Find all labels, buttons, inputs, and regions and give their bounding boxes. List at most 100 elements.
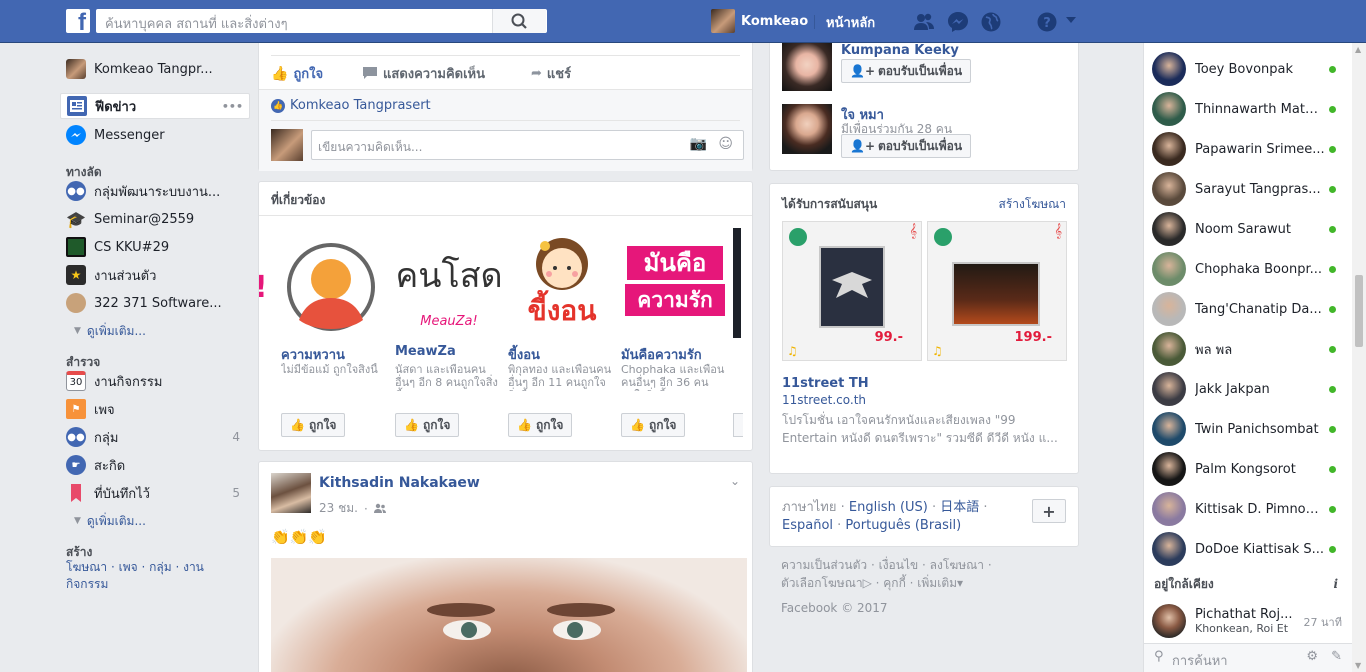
liker-name[interactable]: Komkeao Tangprasert: [290, 98, 431, 113]
next-like-button-edge[interactable]: [733, 413, 743, 437]
avatar[interactable]: [782, 104, 832, 154]
chat-contact[interactable]: Noom Sarawut: [1144, 209, 1352, 249]
sidebar-item-events[interactable]: 30 งานกิจกรรม: [60, 367, 250, 395]
chat-search-bar[interactable]: ⚲ การค้นหา ⚙ ✎: [1144, 643, 1352, 672]
footer-link[interactable]: ลงโฆษณา: [930, 558, 984, 572]
footer-link[interactable]: เงื่อนไข: [879, 558, 919, 572]
post-photo[interactable]: [271, 558, 747, 672]
page-scrollbar[interactable]: ▲ ▼: [1352, 43, 1366, 672]
globe-notifications-icon[interactable]: [980, 11, 1002, 33]
related-heading: ที่เกี่ยวข้อง: [271, 193, 326, 207]
chat-contact[interactable]: พล พล: [1144, 329, 1352, 369]
confirm-friend-button[interactable]: 👤+ ตอบรับเป็นเพื่อน: [841, 59, 972, 83]
page-image[interactable]: มันคือ ความรัก: [621, 232, 729, 344]
create-group-link[interactable]: กลุ่ม: [149, 560, 172, 574]
sidebar-item-group[interactable]: ●● กลุ่มพัฒนาระบบงาน...: [60, 177, 250, 205]
chat-contact[interactable]: Kittisak D. Pimnon...: [1144, 489, 1352, 529]
comment-button[interactable]: แสดงความคิดเห็น: [363, 63, 485, 84]
messenger-icon[interactable]: [947, 11, 969, 33]
chat-contact[interactable]: Jakk Jakpan: [1144, 369, 1352, 409]
search-input[interactable]: ค้นหาบุคคล สถานที่ และสิ่งต่างๆ: [96, 9, 547, 33]
request-name[interactable]: Kumpana Keeky: [841, 43, 959, 58]
ad-choices-icon[interactable]: ▷: [863, 576, 872, 590]
scroll-down-icon[interactable]: ▼: [1355, 661, 1361, 670]
sidebar-item-news-feed[interactable]: ฟีดข่าว •••: [60, 93, 250, 119]
confirm-friend-button[interactable]: 👤+ ตอบรับเป็นเพื่อน: [841, 134, 972, 158]
avatar[interactable]: [782, 43, 832, 91]
post-time[interactable]: 23 ชม.: [319, 499, 358, 518]
chat-contact[interactable]: Toey Bovonpak: [1144, 49, 1352, 89]
page-name[interactable]: ความหวาน: [281, 344, 345, 365]
chat-contact[interactable]: Twin Panichsombat: [1144, 409, 1352, 449]
search-button[interactable]: [492, 9, 546, 33]
chevron-down-icon[interactable]: [1064, 13, 1078, 27]
friends-audience-icon[interactable]: [373, 503, 386, 514]
footer-link[interactable]: คุกกี้: [883, 576, 906, 590]
sidebar-item-personal-work[interactable]: ★ งานส่วนตัว: [60, 261, 250, 289]
sidebar-item-seminar[interactable]: 🎓 Seminar@2559: [60, 205, 250, 233]
language-link[interactable]: Español: [782, 518, 833, 533]
page-name[interactable]: มันคือความรัก: [621, 344, 702, 365]
gear-icon[interactable]: ⚙: [1306, 649, 1318, 664]
sidebar-item-pokes[interactable]: ☛ สะกิด: [60, 451, 250, 479]
scroll-up-icon[interactable]: ▲: [1355, 45, 1361, 54]
post-author[interactable]: Kithsadin Nakakaew: [319, 475, 480, 491]
sidebar-item-pages[interactable]: ⚑ เพจ: [60, 395, 250, 423]
chat-contact[interactable]: Tang'Chanatip Da...: [1144, 289, 1352, 329]
like-button[interactable]: 👍 ถูกใจ: [271, 63, 323, 84]
see-more-link[interactable]: ▼ ดูเพิ่มเติม...: [60, 507, 250, 535]
sidebar-item-software[interactable]: 322 371 Software...: [60, 289, 250, 317]
chevron-down-icon[interactable]: ⌄: [730, 474, 740, 488]
nearby-contact[interactable]: Pichathat Roj... Khonkean, Roi Et 27 นาท…: [1144, 599, 1352, 643]
chat-contact[interactable]: Papawarin Srimee...: [1144, 129, 1352, 169]
create-ad-link[interactable]: โฆษณา: [66, 560, 107, 574]
page-image[interactable]: ขี้งอน: [508, 232, 616, 344]
advertiser-url[interactable]: 11street.co.th: [782, 393, 866, 407]
like-page-button[interactable]: 👍 ถูกใจ: [621, 413, 686, 437]
page-image[interactable]: คนโสด MeauZa!: [395, 232, 503, 344]
language-link[interactable]: Português (Brasil): [845, 518, 961, 533]
language-link[interactable]: 日本語: [940, 500, 979, 515]
language-link[interactable]: English (US): [849, 500, 928, 515]
chat-contact[interactable]: Thinnawarth Math...: [1144, 89, 1352, 129]
compose-icon[interactable]: ✎: [1331, 649, 1342, 664]
avatar[interactable]: [271, 473, 311, 513]
home-link[interactable]: หน้าหลัก: [826, 12, 875, 33]
info-icon[interactable]: i: [1333, 569, 1338, 599]
help-icon[interactable]: ?: [1036, 11, 1058, 33]
see-more-link[interactable]: ▼ ดูเพิ่มเติม...: [60, 317, 250, 345]
like-page-button[interactable]: 👍 ถูกใจ: [508, 413, 573, 437]
camera-icon[interactable]: 📷: [690, 136, 707, 152]
chat-contact[interactable]: DoDoe Kiattisak S...: [1144, 529, 1352, 569]
page-name[interactable]: ขี้งอน: [508, 344, 540, 365]
footer-link[interactable]: ตัวเลือกโฆษณา: [781, 576, 863, 590]
sidebar-profile[interactable]: Komkeao Tangpr...: [60, 55, 250, 83]
chat-contact[interactable]: Chophaka Boonpr...: [1144, 249, 1352, 289]
comment-input[interactable]: เขียนความคิดเห็น... 📷 ☺: [311, 130, 744, 160]
chat-contact[interactable]: Palm Kongsorot: [1144, 449, 1352, 489]
page-image[interactable]: [281, 232, 389, 344]
like-page-button[interactable]: 👍 ถูกใจ: [395, 413, 460, 437]
footer-link[interactable]: ความเป็นส่วนตัว: [781, 558, 867, 572]
ad-image[interactable]: 𝄞 99.- ♫: [782, 221, 922, 361]
emoji-icon[interactable]: ☺: [718, 136, 733, 152]
create-ad-link[interactable]: สร้างโฆษณา: [999, 195, 1067, 214]
sidebar-item-saved[interactable]: ที่บันทึกไว้ 5: [60, 479, 250, 507]
friend-requests-icon[interactable]: [913, 11, 935, 33]
facebook-logo-icon[interactable]: f: [66, 9, 90, 33]
more-options-icon[interactable]: •••: [222, 100, 243, 113]
ad-image[interactable]: 𝄞 199.- ♫: [927, 221, 1067, 361]
scrollbar-thumb[interactable]: [1355, 275, 1363, 347]
sidebar-item-messenger[interactable]: Messenger: [60, 121, 250, 149]
chat-contact[interactable]: Sarayut Tangpras...: [1144, 169, 1352, 209]
page-name[interactable]: MeawZa: [395, 344, 456, 359]
sidebar-item-cs-kku[interactable]: CS KKU#29: [60, 233, 250, 261]
advertiser-name[interactable]: 11street TH: [782, 376, 869, 391]
add-language-button[interactable]: +: [1032, 499, 1066, 523]
top-profile-link[interactable]: Komkeao: [711, 9, 808, 33]
like-page-button[interactable]: 👍 ถูกใจ: [281, 413, 346, 437]
create-page-link[interactable]: เพจ: [119, 560, 138, 574]
share-button[interactable]: ➦ แชร์: [531, 63, 571, 84]
footer-link[interactable]: เพิ่มเติม: [917, 576, 957, 590]
sidebar-item-groups[interactable]: ●● กลุ่ม 4: [60, 423, 250, 451]
